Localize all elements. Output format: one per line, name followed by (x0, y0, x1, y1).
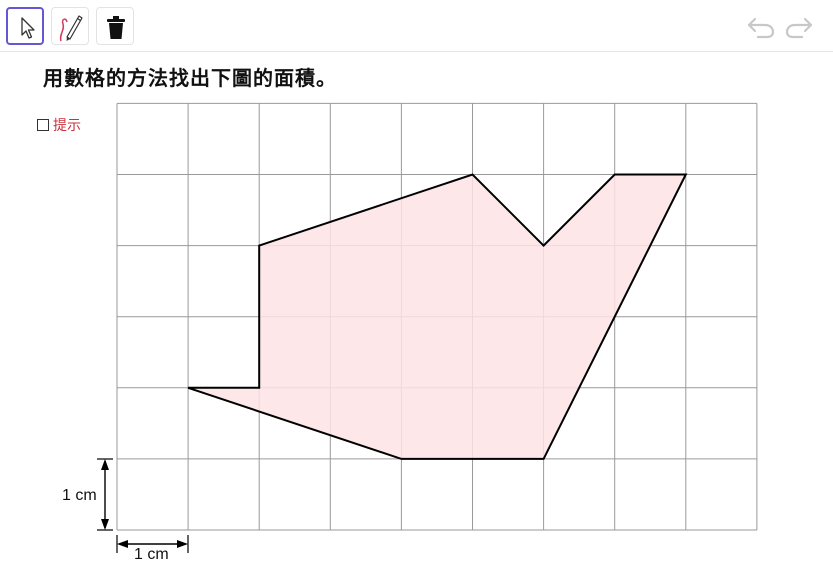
hint-checkbox[interactable]: 提示 (37, 115, 81, 135)
redo-icon (785, 17, 813, 39)
undo-button[interactable] (746, 14, 776, 40)
grid (116, 102, 758, 531)
vertical-dimension-marker (97, 458, 113, 531)
arrow-pointer-icon (21, 17, 35, 39)
redo-button[interactable] (784, 14, 814, 40)
pen-icon (59, 15, 83, 42)
delete-tool-button[interactable] (96, 7, 134, 45)
move-tool-button[interactable] (6, 7, 44, 45)
undo-icon (747, 17, 775, 39)
checkbox-icon (37, 119, 49, 131)
toolbar (0, 0, 833, 52)
shaded-shape (187, 173, 688, 460)
hint-label: 提示 (53, 118, 81, 134)
question-title: 用數格的方法找出下圖的面積。 (43, 66, 337, 90)
vertical-dimension-label: 1 cm (62, 487, 97, 504)
trash-icon (107, 16, 125, 39)
horizontal-dimension-marker (116, 535, 189, 553)
pen-tool-button[interactable] (51, 7, 89, 45)
horizontal-dimension-label: 1 cm (134, 546, 169, 563)
